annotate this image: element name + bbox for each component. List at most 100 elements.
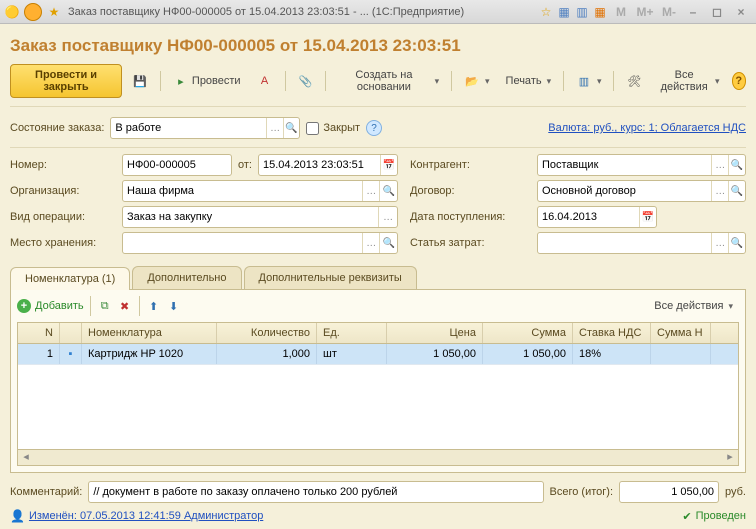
counter-input[interactable] (538, 159, 711, 171)
status-choose-button[interactable]: … (266, 118, 283, 138)
optype-choose-button[interactable]: … (378, 207, 397, 227)
counter-label: Контрагент: (410, 159, 525, 171)
changed-link[interactable]: Изменён: 07.05.2013 12:41:59 Администрат… (29, 510, 263, 522)
number-input[interactable] (123, 159, 231, 171)
page-title: Заказ поставщику НФ00-000005 от 15.04.20… (10, 32, 746, 64)
grid-icon[interactable]: ▦ (556, 4, 572, 20)
optype-input[interactable] (123, 211, 378, 223)
storage-input[interactable] (123, 237, 362, 249)
contract-search-button[interactable]: 🔍 (728, 181, 745, 201)
user-icon: 👤 (10, 509, 25, 523)
recv-picker-button[interactable]: 📅 (639, 207, 656, 227)
wrench-icon: 🛠 (626, 73, 642, 89)
cost-choose-button[interactable]: … (711, 233, 728, 253)
add-button[interactable]: +Добавить (17, 299, 84, 313)
currency-link[interactable]: Валюта: руб., курс: 1; Облагается НДС (548, 122, 746, 134)
contract-input[interactable] (538, 185, 711, 197)
cost-label: Статья затрат: (410, 237, 525, 249)
min-button[interactable]: – (682, 3, 704, 21)
date-picker-button[interactable]: 📅 (380, 155, 397, 175)
post-button[interactable]: ▸Провести (167, 70, 247, 92)
calendar-icon[interactable]: ▦ (592, 4, 608, 20)
tab-extra[interactable]: Дополнительно (132, 266, 241, 289)
items-grid[interactable]: N Номенклатура Количество Ед. Цена Сумма… (17, 322, 739, 450)
storage-choose-button[interactable]: … (362, 233, 380, 253)
tab-body: +Добавить ⧉ ✖ ⬆ ⬇ Все действия N Номенкл… (10, 290, 746, 473)
main-toolbar: Провести и закрыть 💾 ▸Провести A 📎 Созда… (10, 64, 746, 107)
date-input[interactable] (259, 159, 380, 171)
counter-choose-button[interactable]: … (711, 155, 728, 175)
copy-icon[interactable]: ⧉ (97, 298, 113, 314)
fav-icon[interactable]: ☆ (538, 4, 554, 20)
storage-search-button[interactable]: 🔍 (379, 233, 397, 253)
date-label: от: (238, 159, 252, 171)
star-icon[interactable]: ★ (46, 4, 62, 20)
cost-search-button[interactable]: 🔍 (728, 233, 745, 253)
col-name[interactable]: Номенклатура (82, 323, 217, 343)
recv-input[interactable] (538, 211, 639, 223)
comment-label: Комментарий: (10, 486, 82, 498)
org-input[interactable] (123, 185, 362, 197)
tools-button[interactable]: 🛠 (620, 70, 648, 92)
print-button[interactable]: Печать (500, 72, 558, 90)
col-vat[interactable]: Ставка НДС (573, 323, 651, 343)
closed-checkbox[interactable]: Закрыт (306, 122, 360, 135)
status-search-button[interactable]: 🔍 (283, 118, 300, 138)
markup-button[interactable]: A (251, 70, 279, 92)
contract-choose-button[interactable]: … (711, 181, 728, 201)
org-search-button[interactable]: 🔍 (379, 181, 397, 201)
col-vsum[interactable]: Сумма Н (651, 323, 711, 343)
close-button[interactable]: × (730, 3, 752, 21)
tab-items[interactable]: Номенклатура (1) (10, 267, 130, 290)
tab-all-actions-button[interactable]: Все действия (648, 297, 739, 315)
org-choose-button[interactable]: … (362, 181, 380, 201)
table-row[interactable]: 1 ▪ Картридж HP 1020 1,000 шт 1 050,00 1… (18, 344, 738, 365)
recv-label: Дата поступления: (410, 211, 525, 223)
cost-input[interactable] (538, 237, 711, 249)
status-input[interactable] (111, 122, 266, 134)
attach-button[interactable]: 📎 (291, 70, 319, 92)
calc-icon[interactable]: ▥ (574, 4, 590, 20)
scroll-right-icon[interactable]: ▸ (722, 450, 738, 465)
floppy-icon: 💾 (132, 73, 148, 89)
mem-m[interactable]: M (610, 3, 632, 21)
save-button[interactable]: 💾 (126, 70, 154, 92)
col-icon[interactable] (60, 323, 82, 343)
folder-button[interactable]: 📂 (458, 70, 496, 92)
move-down-icon[interactable]: ⬇ (166, 298, 182, 314)
optype-label: Вид операции: (10, 211, 110, 223)
col-qty[interactable]: Количество (217, 323, 317, 343)
help-button[interactable]: ? (732, 72, 746, 90)
window-title: Заказ поставщику НФ00-000005 от 15.04.20… (66, 6, 534, 18)
app-icon: 🟡 (4, 4, 20, 20)
plus-icon: + (17, 299, 31, 313)
post-and-close-button[interactable]: Провести и закрыть (10, 64, 122, 98)
tabs: Номенклатура (1) Дополнительно Дополните… (10, 266, 746, 290)
all-actions-button[interactable]: Все действия (652, 66, 725, 96)
chart-icon: ▥ (576, 73, 592, 89)
col-unit[interactable]: Ед. (317, 323, 387, 343)
delete-icon[interactable]: ✖ (117, 298, 133, 314)
tab-extra-requisites[interactable]: Дополнительные реквизиты (244, 266, 417, 289)
counter-search-button[interactable]: 🔍 (728, 155, 745, 175)
akt-icon: A (257, 73, 273, 89)
info-icon[interactable]: ? (366, 120, 382, 136)
move-up-icon[interactable]: ⬆ (146, 298, 162, 314)
col-sum[interactable]: Сумма (483, 323, 573, 343)
create-based-button[interactable]: Создать на основании (332, 66, 445, 96)
tab-toolbar: +Добавить ⧉ ✖ ⬆ ⬇ Все действия (17, 296, 739, 322)
horizontal-scrollbar[interactable]: ◂ ▸ (17, 450, 739, 466)
restore-button[interactable]: ◻ (706, 3, 728, 21)
comment-input[interactable] (89, 486, 542, 498)
row-status-icon: ▪ (60, 344, 82, 364)
mem-mminus[interactable]: M- (658, 3, 680, 21)
form-grid: Номер: от: 📅 Контрагент: …🔍 Организация:… (10, 148, 746, 260)
report-button[interactable]: ▥ (570, 70, 608, 92)
col-n[interactable]: N (18, 323, 60, 343)
closed-checkbox-input[interactable] (306, 122, 319, 135)
mem-mplus[interactable]: M+ (634, 3, 656, 21)
col-price[interactable]: Цена (387, 323, 483, 343)
scroll-left-icon[interactable]: ◂ (18, 450, 34, 465)
nav-back-icon[interactable] (24, 3, 42, 21)
folder-icon: 📂 (464, 73, 480, 89)
